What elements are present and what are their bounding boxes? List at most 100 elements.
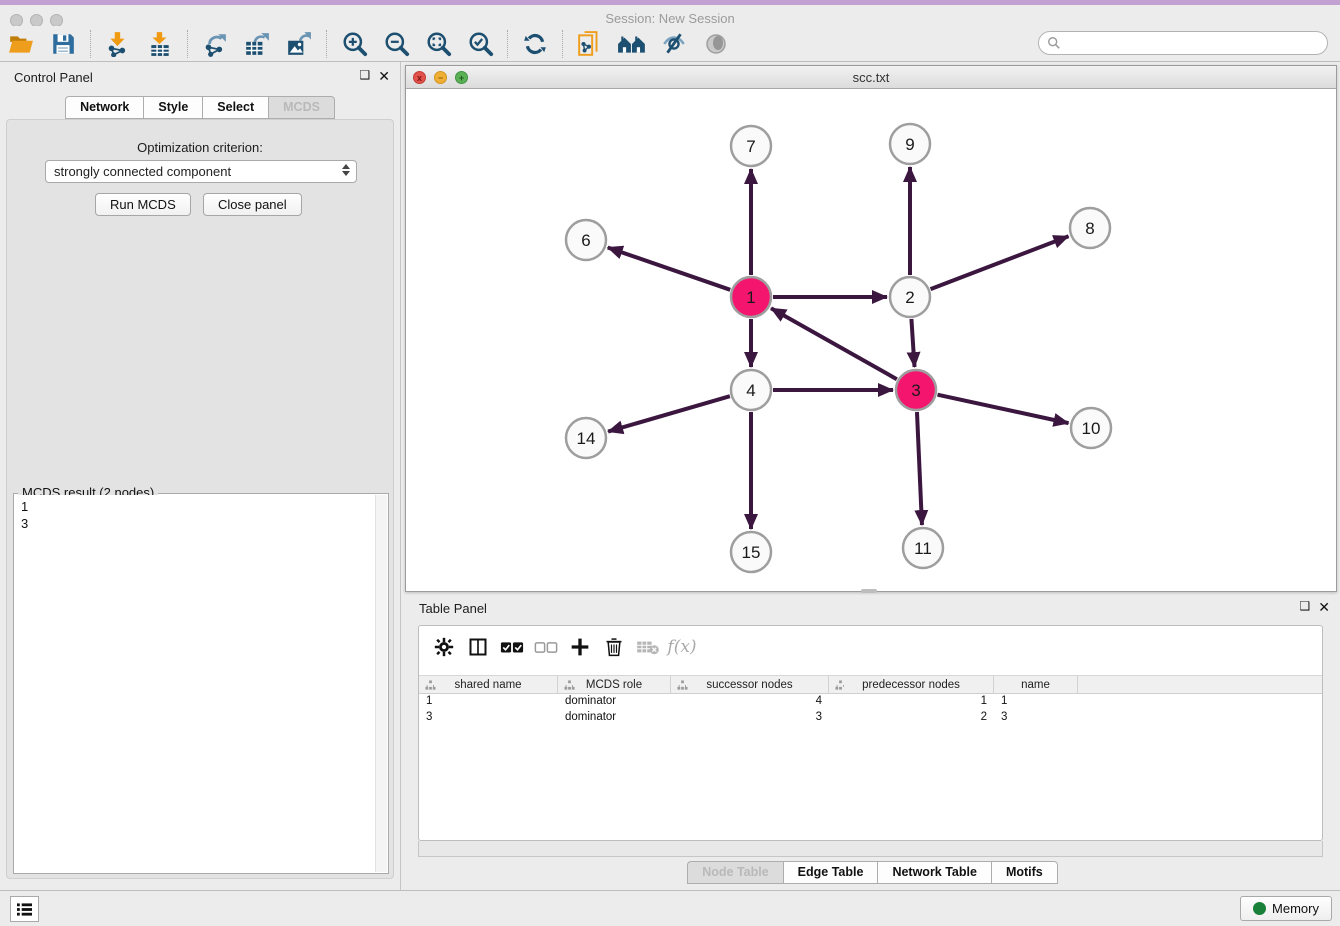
cell-shared-name[interactable]: 1 xyxy=(419,694,558,710)
cell-mcds-role[interactable]: dominator xyxy=(558,710,671,726)
mcds-result-text[interactable]: 1 3 xyxy=(15,495,375,872)
cell-successor-nodes[interactable]: 4 xyxy=(671,694,829,710)
sphere-icon xyxy=(699,29,733,59)
cell-predecessor-nodes[interactable]: 1 xyxy=(829,694,994,710)
column-header-predecessor-nodes[interactable]: predecessor nodes xyxy=(829,676,994,693)
close-panel-button[interactable]: Close panel xyxy=(203,193,302,216)
cell-name[interactable]: 3 xyxy=(994,710,1078,726)
open-session-icon[interactable] xyxy=(4,29,38,59)
control-panel-tabs: Network Style Select MCDS xyxy=(0,96,400,119)
result-scrollbar[interactable] xyxy=(375,495,387,872)
table-header-row: shared name MCDS role successor nodes pr… xyxy=(419,675,1322,694)
column-type-icon xyxy=(425,680,436,691)
network-from-selection-icon[interactable] xyxy=(573,29,607,59)
tab-network-table[interactable]: Network Table xyxy=(877,861,991,884)
graph-node-label-4: 4 xyxy=(746,381,755,400)
import-table-icon[interactable] xyxy=(143,29,177,59)
memory-button[interactable]: Memory xyxy=(1240,896,1332,921)
search-input[interactable] xyxy=(1066,36,1327,50)
gear-icon[interactable] xyxy=(429,633,459,661)
run-mcds-button[interactable]: Run MCDS xyxy=(95,193,191,216)
export-image-icon[interactable] xyxy=(282,29,316,59)
control-panel: Control Panel ❑ ✕ Network Style Select M… xyxy=(0,62,401,890)
tab-edge-table[interactable]: Edge Table xyxy=(783,861,878,884)
select-all-icon[interactable] xyxy=(497,633,527,661)
zoom-selected-icon[interactable] xyxy=(463,29,497,59)
tab-network[interactable]: Network xyxy=(65,96,143,119)
cell-shared-name[interactable]: 3 xyxy=(419,710,558,726)
memory-label: Memory xyxy=(1272,901,1319,916)
trash-icon[interactable] xyxy=(599,633,629,661)
network-window-title: scc.txt xyxy=(406,70,1336,85)
cell-predecessor-nodes[interactable]: 2 xyxy=(829,710,994,726)
tab-select[interactable]: Select xyxy=(202,96,268,119)
export-table-icon[interactable] xyxy=(240,29,274,59)
table-row[interactable]: 3 dominator 3 2 3 xyxy=(419,710,1322,726)
close-panel-icon[interactable]: ✕ xyxy=(1318,599,1330,616)
import-network-icon[interactable] xyxy=(101,29,135,59)
save-session-icon[interactable] xyxy=(46,29,80,59)
column-header-name[interactable]: name xyxy=(994,676,1078,693)
home-icon[interactable] xyxy=(615,29,649,59)
toolbar-separator xyxy=(187,30,188,58)
table-scrollbar[interactable] xyxy=(418,841,1323,857)
control-panel-header: Control Panel ❑ ✕ xyxy=(0,62,400,90)
dropdown-value: strongly connected component xyxy=(54,164,231,179)
graph-edge-3-1[interactable] xyxy=(771,308,897,379)
tab-style[interactable]: Style xyxy=(143,96,202,119)
split-columns-icon[interactable] xyxy=(463,633,493,661)
function-builder-icon: f(x) xyxy=(667,633,697,661)
zoom-out-icon[interactable] xyxy=(379,29,413,59)
graph-edge-1-6[interactable] xyxy=(608,248,730,290)
zoom-in-icon[interactable] xyxy=(337,29,371,59)
optimization-criterion-label: Optimization criterion: xyxy=(7,140,393,155)
splitter-handle[interactable] xyxy=(861,589,877,593)
column-header-successor-nodes[interactable]: successor nodes xyxy=(671,676,829,693)
list-icon xyxy=(16,902,33,917)
network-canvas[interactable]: 7968124314101511 xyxy=(406,89,1336,591)
column-type-icon xyxy=(835,680,846,691)
zoom-fit-icon[interactable] xyxy=(421,29,455,59)
cell-successor-nodes[interactable]: 3 xyxy=(671,710,829,726)
task-history-button[interactable] xyxy=(10,896,39,922)
network-window-titlebar[interactable]: x − + scc.txt xyxy=(406,66,1336,89)
graph-edge-3-10[interactable] xyxy=(937,395,1068,423)
node-table: shared name MCDS role successor nodes pr… xyxy=(419,675,1322,726)
graph-node-label-3: 3 xyxy=(911,381,920,400)
table-row[interactable]: 1 dominator 4 1 1 xyxy=(419,694,1322,710)
window-titlebar: Session: New Session xyxy=(0,0,1340,26)
layout-refresh-icon[interactable] xyxy=(518,29,552,59)
add-icon[interactable] xyxy=(565,633,595,661)
close-panel-icon[interactable]: ✕ xyxy=(378,68,390,85)
graph-edge-2-8[interactable] xyxy=(931,236,1069,289)
float-panel-icon[interactable]: ❑ xyxy=(360,68,371,85)
graph-node-label-14: 14 xyxy=(577,429,596,448)
graph-svg: 7968124314101511 xyxy=(406,89,1336,591)
float-panel-icon[interactable]: ❑ xyxy=(1300,599,1311,616)
graph-edge-3-11[interactable] xyxy=(917,412,922,525)
toolbar-separator xyxy=(562,30,563,58)
graph-node-label-11: 11 xyxy=(914,539,932,558)
delete-table-icon xyxy=(633,633,663,661)
status-bar: Memory xyxy=(0,890,1340,926)
show-hide-icon[interactable] xyxy=(657,29,691,59)
graph-node-label-9: 9 xyxy=(905,135,914,154)
graph-edge-2-3[interactable] xyxy=(911,319,914,367)
mcds-panel: Optimization criterion: strongly connect… xyxy=(6,119,394,879)
unselect-all-icon[interactable] xyxy=(531,633,561,661)
export-network-icon[interactable] xyxy=(198,29,232,59)
tab-motifs[interactable]: Motifs xyxy=(991,861,1058,884)
tab-mcds[interactable]: MCDS xyxy=(268,96,335,119)
search-box[interactable] xyxy=(1038,31,1328,55)
cell-name[interactable]: 1 xyxy=(994,694,1078,710)
window-title: Session: New Session xyxy=(0,11,1340,26)
main-toolbar xyxy=(0,26,1340,62)
tab-node-table[interactable]: Node Table xyxy=(687,861,782,884)
control-panel-title: Control Panel xyxy=(14,70,93,85)
graph-edge-4-14[interactable] xyxy=(608,396,730,431)
graph-node-label-8: 8 xyxy=(1085,219,1094,238)
cell-mcds-role[interactable]: dominator xyxy=(558,694,671,710)
optimization-criterion-select[interactable]: strongly connected component xyxy=(45,160,357,183)
column-header-mcds-role[interactable]: MCDS role xyxy=(558,676,671,693)
column-header-shared-name[interactable]: shared name xyxy=(419,676,558,693)
